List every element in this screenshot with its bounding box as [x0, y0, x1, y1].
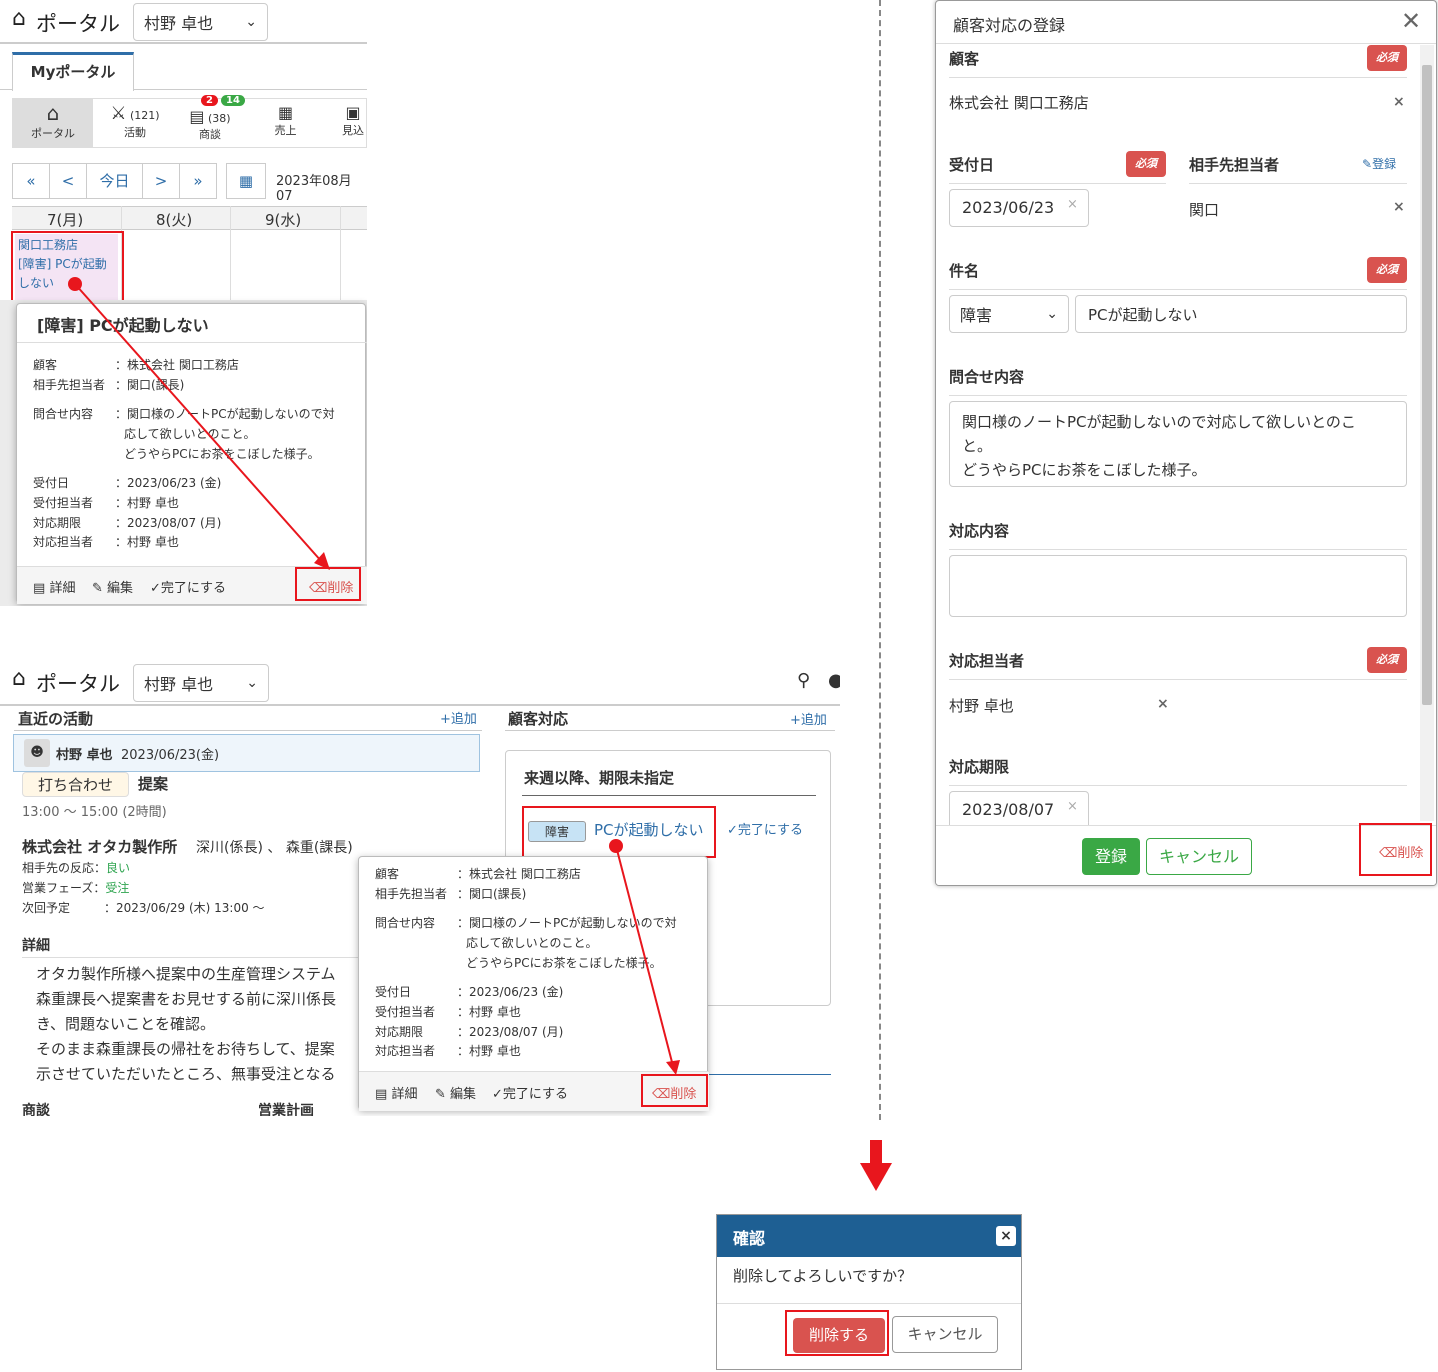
- arrow-head-bottom: [666, 1060, 680, 1075]
- arrow-start-dot: [609, 839, 623, 853]
- arrow-start-dot: [68, 277, 82, 291]
- arrow-line-top: [74, 283, 323, 563]
- arrow-line-bottom: [615, 845, 674, 1067]
- annotation-arrows: [68, 277, 680, 1075]
